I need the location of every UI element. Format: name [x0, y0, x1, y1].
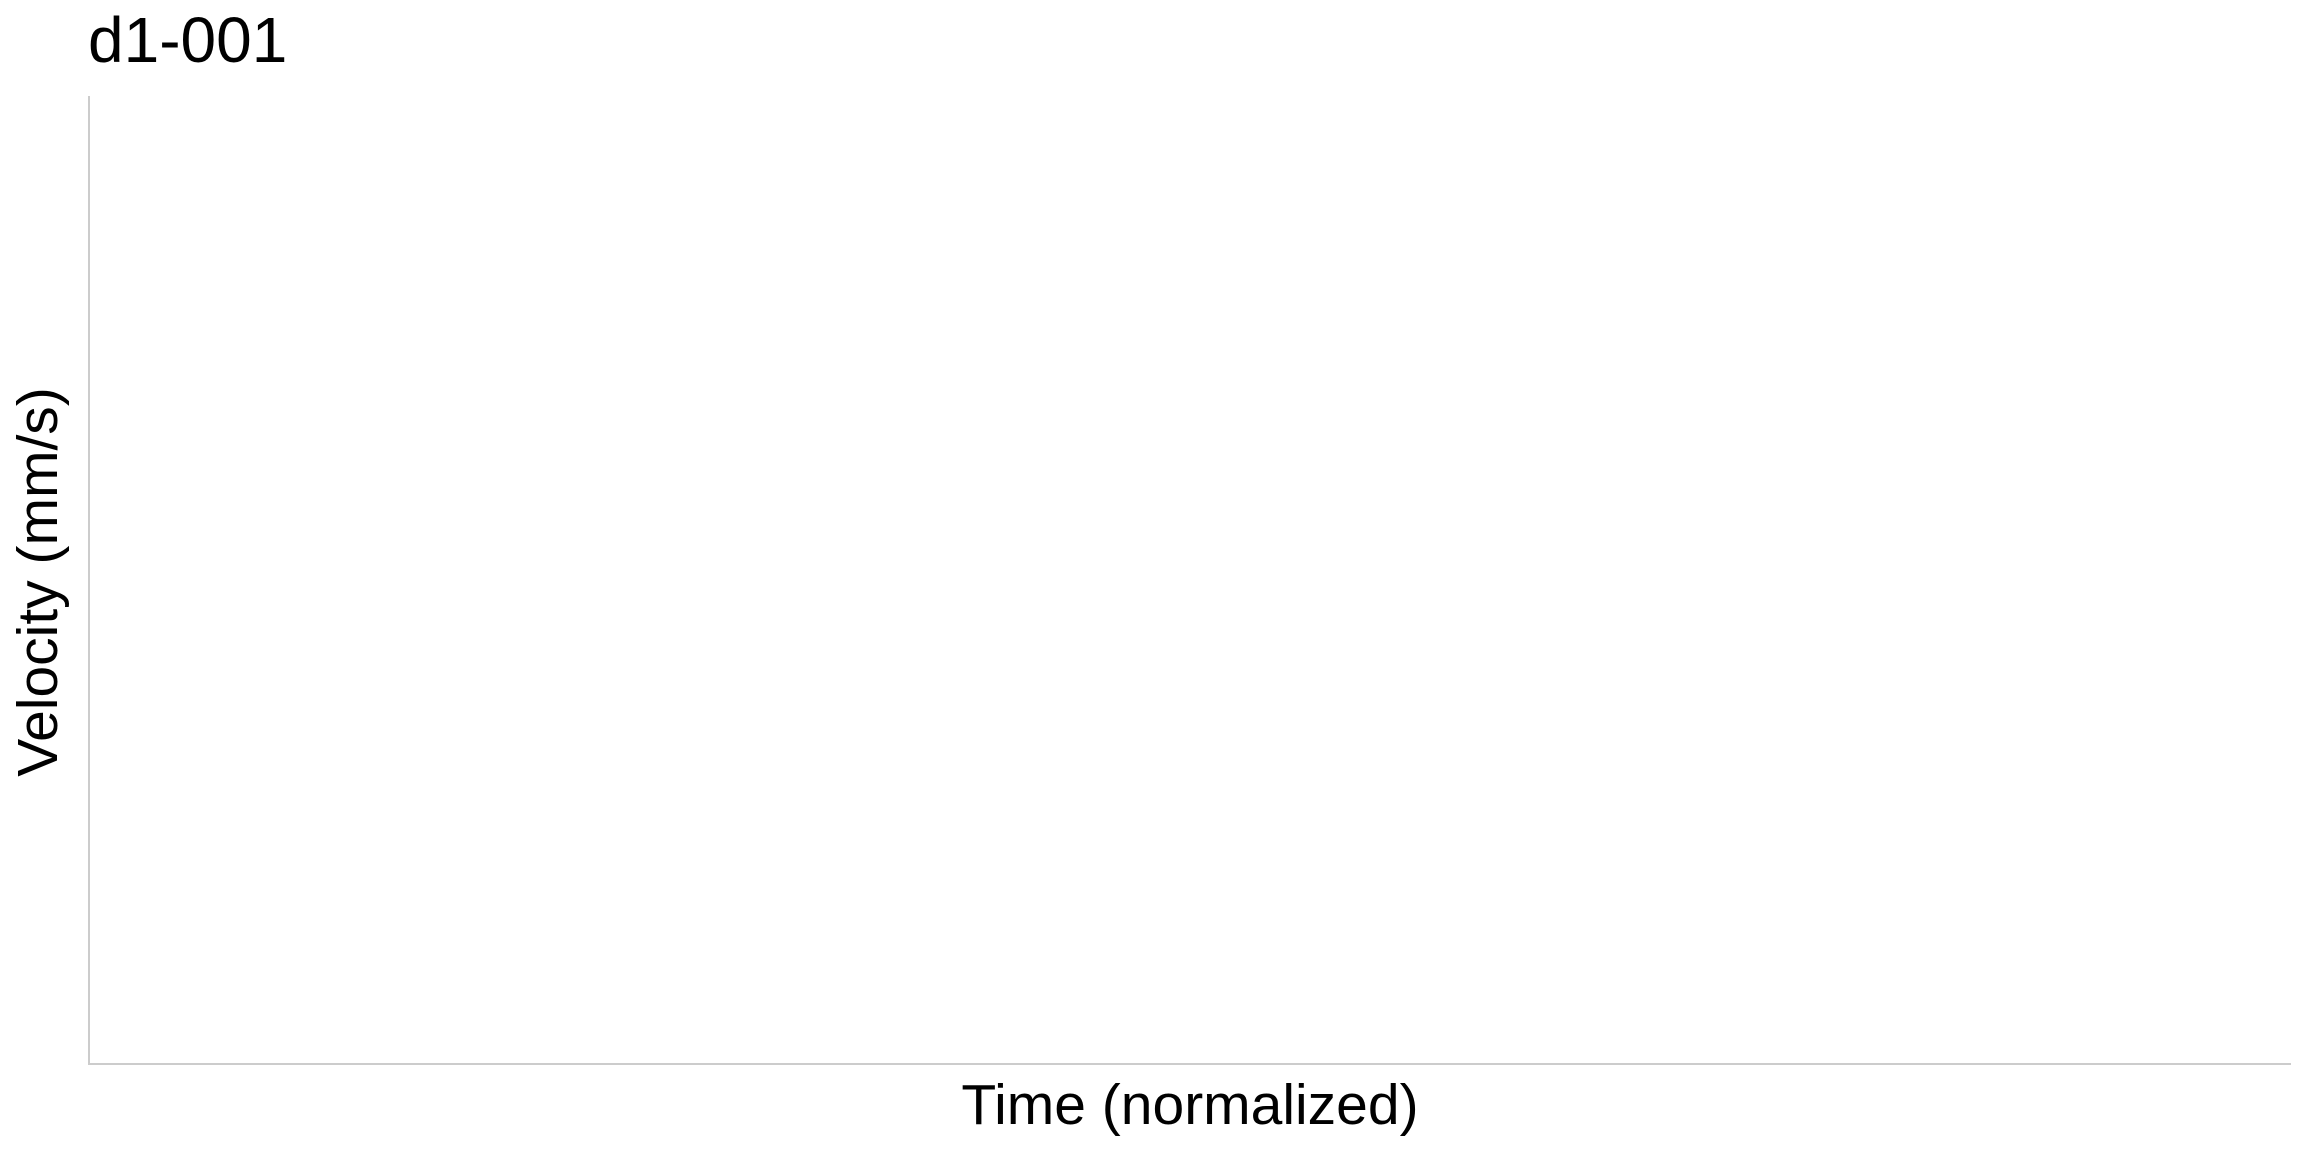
y-axis-label: Velocity (mm/s): [6, 387, 70, 777]
x-axis-label: Time (normalized): [961, 1073, 1419, 1137]
plot-area: [88, 96, 2291, 1065]
chart-figure: d1-001 Time (normalized) Velocity (mm/s): [0, 0, 2304, 1152]
